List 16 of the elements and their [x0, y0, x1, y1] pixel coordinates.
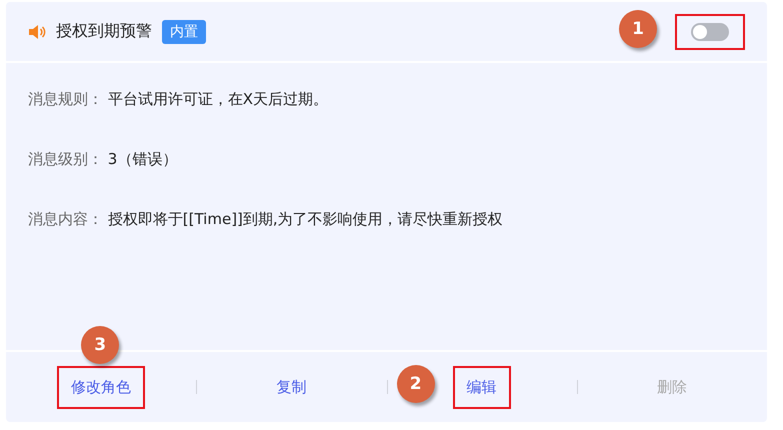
- action-link[interactable]: 修改角色: [57, 366, 146, 408]
- tag: 内置: [162, 20, 206, 44]
- card-title: 授权到期预警: [56, 21, 152, 42]
- step-marker: 3: [81, 326, 120, 364]
- field-label: 消息级别：: [28, 150, 103, 168]
- field-label: 消息规则：: [28, 90, 103, 108]
- field-label: 消息内容：: [28, 210, 103, 228]
- action-link[interactable]: 复制: [262, 366, 320, 408]
- field-value: 平台试用许可证，在X天后过期。: [108, 90, 328, 108]
- step-marker: 2: [396, 365, 435, 403]
- toggle-switch[interactable]: [675, 14, 745, 50]
- action-link[interactable]: 编辑: [452, 366, 511, 408]
- speaker-icon: [28, 24, 46, 40]
- step-marker: 1: [619, 10, 657, 48]
- field-value: 授权即将于[[Time]]到期,为了不影响使用，请尽快重新授权: [108, 210, 503, 228]
- field-value: 3（错误）: [108, 150, 178, 168]
